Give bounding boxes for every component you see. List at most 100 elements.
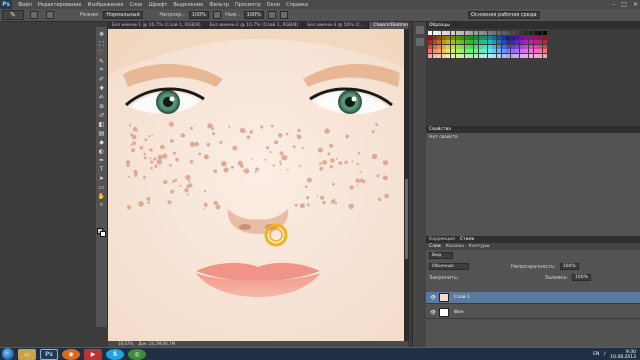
color-swatch[interactable]	[455, 40, 460, 45]
color-swatch[interactable]	[538, 31, 543, 35]
color-swatch[interactable]	[496, 53, 501, 58]
color-swatch[interactable]	[428, 40, 432, 45]
color-swatch[interactable]	[469, 40, 474, 45]
close-icon[interactable]: ✕	[633, 1, 638, 8]
color-swatch[interactable]	[428, 31, 432, 35]
color-swatch[interactable]	[524, 44, 529, 49]
crop-tool-icon[interactable]: ⌗	[98, 66, 106, 74]
color-swatch[interactable]	[519, 53, 524, 58]
menu-item[interactable]: Редактирование	[38, 2, 82, 8]
pen-tool-icon[interactable]: ✒	[98, 156, 106, 164]
pressure-opacity-icon[interactable]	[213, 11, 222, 19]
color-swatch[interactable]	[446, 35, 451, 40]
color-swatch[interactable]	[492, 35, 497, 40]
layer-opacity-field[interactable]: 100%	[559, 263, 579, 270]
color-swatch[interactable]	[515, 49, 520, 54]
color-swatch[interactable]	[483, 44, 488, 49]
path-select-tool-icon[interactable]: ➤	[98, 174, 106, 182]
color-swatch[interactable]	[506, 35, 511, 40]
document-tab[interactable]: Без имени-1 @ 16,7% (Слой 1, RGB/8)	[108, 22, 206, 29]
color-swatch[interactable]	[446, 40, 451, 45]
media-taskbar-icon[interactable]: ▶	[84, 348, 102, 360]
mode-select[interactable]: Нормальный	[103, 11, 144, 19]
lasso-tool-icon[interactable]: ➰	[98, 48, 106, 56]
color-swatch[interactable]	[542, 44, 547, 49]
color-swatch[interactable]	[455, 53, 460, 58]
color-swatch[interactable]	[473, 40, 478, 45]
canvas[interactable]	[108, 29, 408, 341]
color-swatch[interactable]	[432, 31, 437, 35]
photoshop-taskbar-icon[interactable]: Ps	[40, 348, 58, 360]
color-swatch[interactable]	[542, 31, 547, 35]
workspace-select[interactable]: Основная рабочая среда	[468, 11, 540, 19]
clone-stamp-tool-icon[interactable]: ⊕	[98, 102, 106, 110]
color-swatch[interactable]	[455, 49, 460, 54]
color-swatch[interactable]	[519, 40, 524, 45]
color-swatch[interactable]	[529, 31, 534, 35]
layer-name[interactable]: Слой 1	[454, 295, 470, 300]
minimize-icon[interactable]: –	[612, 1, 615, 8]
color-swatch[interactable]	[432, 35, 437, 40]
color-swatch[interactable]	[506, 31, 511, 35]
document-tab[interactable]: Без имени-3 @ 50% (С...	[303, 22, 370, 29]
tab-paths[interactable]: Контуры	[469, 244, 490, 249]
start-button[interactable]	[2, 348, 14, 360]
color-swatch[interactable]	[478, 53, 483, 58]
color-swatch[interactable]	[506, 40, 511, 45]
color-swatch[interactable]	[496, 44, 501, 49]
color-swatch[interactable]	[441, 44, 446, 49]
color-swatch[interactable]	[478, 40, 483, 45]
color-swatch[interactable]	[506, 44, 511, 49]
color-swatch[interactable]	[473, 35, 478, 40]
color-swatch[interactable]	[464, 35, 469, 40]
color-swatch[interactable]	[529, 53, 534, 58]
color-swatch[interactable]	[510, 35, 515, 40]
color-swatch[interactable]	[492, 53, 497, 58]
color-swatch[interactable]	[464, 53, 469, 58]
color-swatch[interactable]	[446, 31, 451, 35]
color-swatch[interactable]	[446, 53, 451, 58]
menu-item[interactable]: Слои	[129, 2, 142, 8]
color-swatch[interactable]	[437, 35, 442, 40]
color-swatch[interactable]	[519, 35, 524, 40]
color-swatch[interactable]	[501, 44, 506, 49]
brush-preset-picker[interactable]: ✎	[2, 10, 24, 20]
brush-tool-icon[interactable]: ✍	[98, 93, 106, 101]
color-swatch[interactable]	[432, 49, 437, 54]
brush-panel-icon[interactable]	[46, 11, 54, 19]
zoom-tool-icon[interactable]: ⌕	[98, 201, 106, 209]
color-swatch[interactable]	[460, 31, 465, 35]
color-swatch[interactable]	[469, 49, 474, 54]
color-swatch[interactable]	[432, 44, 437, 49]
layer-name[interactable]: Фон	[454, 310, 464, 315]
color-swatch[interactable]	[492, 44, 497, 49]
layer-kind-select[interactable]: Вид	[429, 252, 453, 259]
color-swatch[interactable]	[460, 35, 465, 40]
hand-tool-icon[interactable]: ✋	[98, 192, 106, 200]
color-swatch[interactable]	[519, 31, 524, 35]
color-swatch[interactable]	[533, 53, 538, 58]
brush-size-icon[interactable]	[30, 11, 38, 19]
color-swatch[interactable]	[542, 35, 547, 40]
menu-item[interactable]: Шрифт	[148, 2, 167, 8]
color-swatch[interactable]	[524, 40, 529, 45]
airbrush-icon[interactable]	[267, 11, 276, 19]
color-swatch[interactable]	[492, 31, 497, 35]
healing-tool-icon[interactable]: ✚	[98, 84, 106, 92]
menu-item[interactable]: Фильтр	[209, 2, 229, 8]
color-swatch[interactable]	[487, 49, 492, 54]
color-swatch[interactable]	[483, 31, 488, 35]
color-swatch[interactable]	[542, 40, 547, 45]
gradient-tool-icon[interactable]: ▤	[98, 129, 106, 137]
color-swatch[interactable]	[501, 31, 506, 35]
dodge-tool-icon[interactable]: ◐	[98, 147, 106, 155]
language-indicator[interactable]: EN	[593, 352, 599, 357]
document-tab[interactable]: Cheers!Redmond.psd @ 16,7% (Слой 1, RGB/…	[369, 22, 408, 29]
color-swatch[interactable]	[455, 31, 460, 35]
color-swatch[interactable]	[496, 31, 501, 35]
color-swatch[interactable]	[455, 35, 460, 40]
color-swatch[interactable]	[519, 49, 524, 54]
color-swatch[interactable]	[450, 31, 455, 35]
color-swatch[interactable]	[538, 40, 543, 45]
firefox-taskbar-icon[interactable]: ◉	[62, 348, 80, 360]
